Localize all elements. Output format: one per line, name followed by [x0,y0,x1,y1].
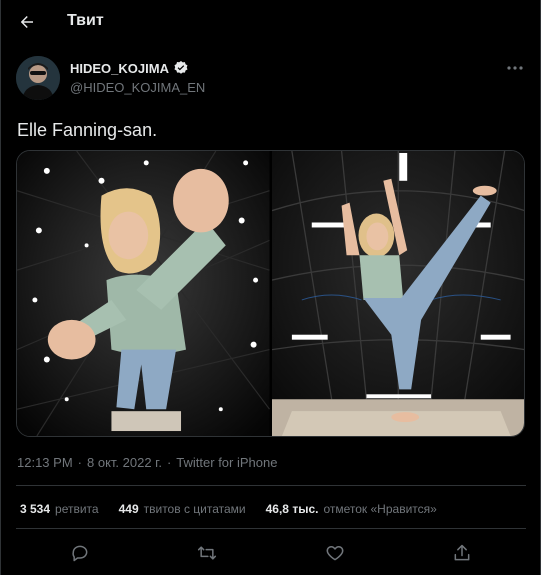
quote-tweets-label: твитов с цитатами [143,502,246,516]
divider [16,528,526,529]
back-button[interactable] [15,10,39,34]
author-handle[interactable]: @HIDEO_KOJIMA_EN [70,80,205,95]
page-title: Твит [67,12,104,29]
more-options-button[interactable] [501,58,529,78]
likes-count: 46,8 тыс. [265,502,319,516]
author-name[interactable]: HIDEO_KOJIMA [70,61,169,76]
tweet-photo-2[interactable] [271,151,524,436]
arrow-left-icon [21,16,33,28]
likes-label: отметок «Нравится» [323,502,437,516]
tweet-media [16,150,525,437]
reply-icon [72,545,88,562]
tweet-page: Твит HIDEO_KOJIMA @HIDEO_KOJIMA_EN Elle … [0,0,541,575]
retweets-label: ретвита [55,502,99,516]
avatar[interactable] [16,56,60,100]
tweet-text: Elle Fanning-san. [17,120,158,140]
tweet-actions [16,538,526,568]
reply-button[interactable] [63,538,97,568]
tweet-stats: 3 534 ретвита 449 твитов с цитатами 46,8… [20,502,437,516]
quote-tweets-stat[interactable]: 449 твитов с цитатами [119,502,246,516]
tweet-meta: 12:13 PM · 8 окт. 2022 г. · Twitter for … [17,455,277,470]
verified-badge-icon [174,61,188,74]
likes-stat[interactable]: 46,8 тыс. отметок «Нравится» [266,502,437,516]
retweets-count: 3 534 [20,502,51,516]
like-button[interactable] [318,538,352,568]
author-name-row: HIDEO_KOJIMA [70,60,189,76]
share-button[interactable] [445,538,479,568]
divider [16,485,526,486]
tweet-date[interactable]: 8 окт. 2022 г. [87,455,162,470]
tweet-time[interactable]: 12:13 PM [17,455,73,470]
retweets-stat[interactable]: 3 534 ретвита [20,502,99,516]
page-header: Твит [1,0,541,44]
share-icon [454,544,470,561]
ellipsis-icon [507,66,523,70]
meta-separator: · [166,455,172,470]
meta-separator: · [77,455,82,470]
like-icon [326,546,344,561]
retweet-button[interactable] [190,538,224,568]
tweet-source[interactable]: Twitter for iPhone [176,455,277,470]
quote-tweets-count: 449 [118,502,139,516]
retweet-icon [198,546,217,560]
tweet-photo-1[interactable] [17,151,270,436]
